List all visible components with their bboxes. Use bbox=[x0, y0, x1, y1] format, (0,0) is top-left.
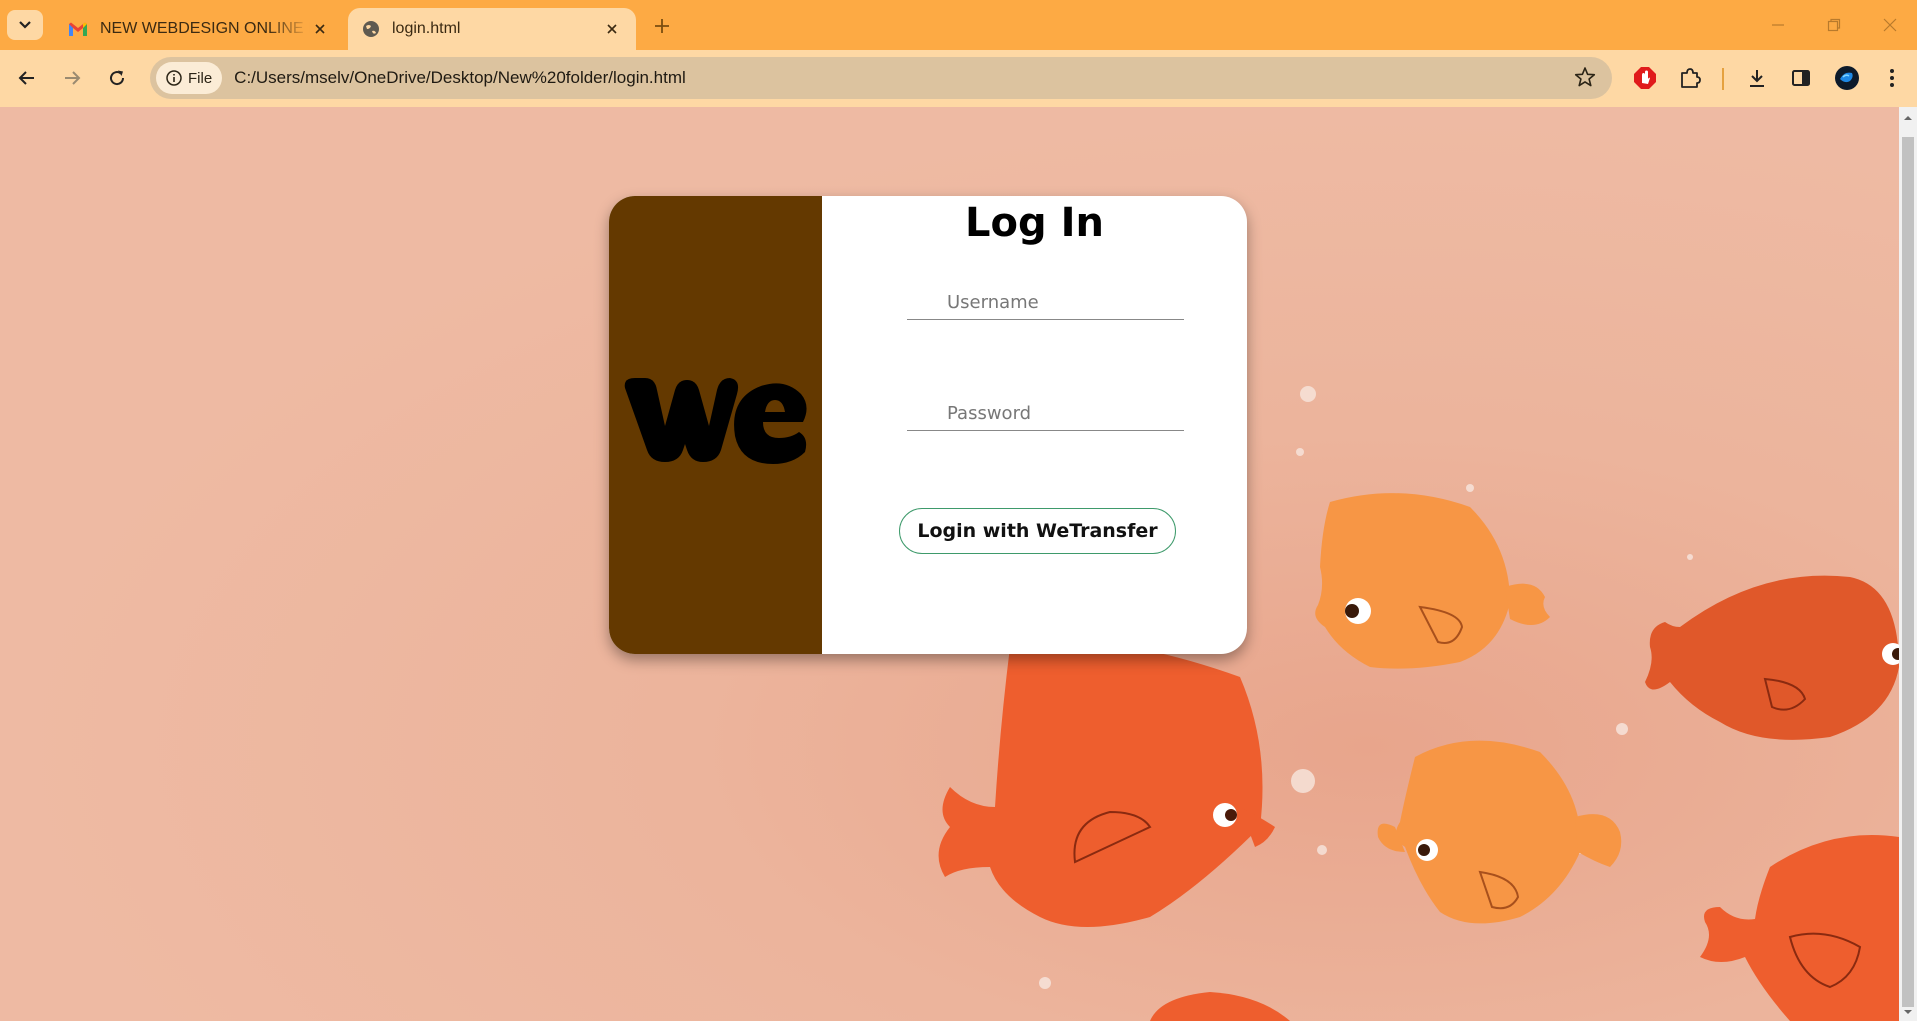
forward-button[interactable] bbox=[56, 62, 88, 94]
adblock-extension-icon[interactable] bbox=[1630, 63, 1660, 93]
restore-icon bbox=[1827, 18, 1841, 32]
login-with-wetransfer-button[interactable]: Login with WeTransfer bbox=[899, 508, 1176, 554]
gmail-icon bbox=[69, 22, 87, 36]
new-tab-button[interactable] bbox=[648, 12, 676, 40]
close-tab-icon[interactable] bbox=[310, 19, 330, 39]
close-window-button[interactable] bbox=[1870, 12, 1910, 38]
wetransfer-logo bbox=[624, 378, 807, 464]
bookmark-star-icon[interactable] bbox=[1574, 66, 1596, 93]
page-scrollbar[interactable] bbox=[1899, 107, 1917, 1021]
tab-login[interactable]: login.html bbox=[348, 8, 636, 50]
plus-icon bbox=[655, 19, 669, 33]
brand-panel bbox=[609, 196, 822, 654]
downloads-icon[interactable] bbox=[1742, 63, 1772, 93]
tab-title: login.html bbox=[392, 20, 461, 37]
site-info-chip[interactable]: File bbox=[156, 62, 223, 94]
restore-button[interactable] bbox=[1814, 12, 1854, 38]
page-viewport: Log In Login with WeTransfer bbox=[0, 107, 1899, 1021]
profile-avatar[interactable] bbox=[1832, 63, 1862, 93]
scrollbar-thumb[interactable] bbox=[1902, 137, 1914, 1007]
minimize-icon bbox=[1772, 24, 1784, 26]
browser-toolbar: File C:/Users/mselv/OneDrive/Desktop/New… bbox=[0, 50, 1917, 107]
extensions-puzzle-icon[interactable] bbox=[1675, 63, 1705, 93]
toolbar-separator bbox=[1722, 68, 1724, 90]
url-text[interactable]: C:/Users/mselv/OneDrive/Desktop/New%20fo… bbox=[234, 68, 686, 88]
back-button[interactable] bbox=[11, 62, 43, 94]
password-input[interactable] bbox=[907, 397, 1184, 431]
tab-search-button[interactable] bbox=[7, 10, 43, 40]
login-card: Log In Login with WeTransfer bbox=[609, 196, 1247, 654]
close-icon bbox=[1883, 18, 1897, 32]
tab-strip: NEW WEBDESIGN ONLINE INTE login.html bbox=[0, 0, 1917, 50]
more-menu-icon[interactable] bbox=[1877, 63, 1907, 93]
scheme-label: File bbox=[188, 69, 213, 87]
address-bar[interactable]: File C:/Users/mselv/OneDrive/Desktop/New… bbox=[150, 57, 1612, 99]
tab-title: NEW WEBDESIGN ONLINE INTE bbox=[100, 20, 310, 37]
username-input[interactable] bbox=[907, 286, 1184, 320]
reload-button[interactable] bbox=[101, 62, 133, 94]
chevron-down-icon bbox=[19, 21, 31, 29]
arrow-right-icon bbox=[65, 71, 81, 85]
login-form: Log In Login with WeTransfer bbox=[822, 196, 1247, 654]
tab-gmail[interactable]: NEW WEBDESIGN ONLINE INTE bbox=[54, 8, 344, 50]
scroll-down-arrow-icon[interactable] bbox=[1903, 1007, 1913, 1017]
minimize-button[interactable] bbox=[1758, 12, 1798, 38]
globe-icon bbox=[363, 21, 379, 37]
side-panel-icon[interactable] bbox=[1786, 63, 1816, 93]
reload-icon bbox=[110, 70, 125, 86]
arrow-left-icon bbox=[18, 71, 34, 85]
fish-big bbox=[938, 641, 1275, 927]
close-tab-icon[interactable] bbox=[602, 19, 622, 39]
info-icon bbox=[166, 70, 182, 86]
login-title: Log In bbox=[965, 200, 1104, 246]
scroll-up-arrow-icon[interactable] bbox=[1903, 113, 1913, 123]
